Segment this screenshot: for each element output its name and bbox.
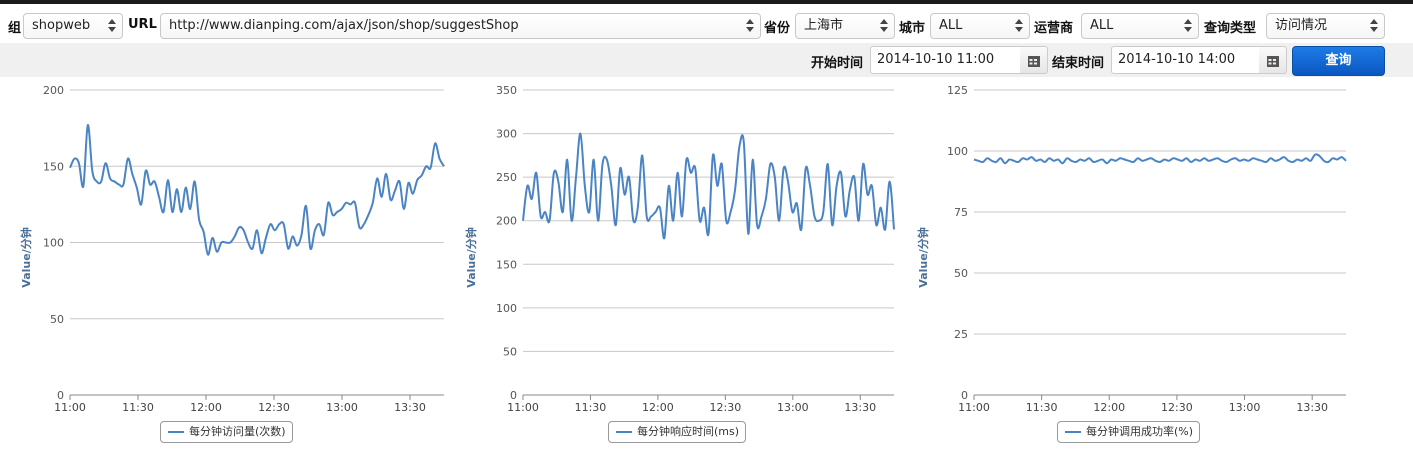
y-tick-label: 100 — [947, 145, 968, 158]
select-arrows-icon — [1370, 18, 1378, 34]
x-tick-label: 11:30 — [1026, 401, 1058, 414]
x-tick-label: 12:30 — [710, 401, 742, 414]
start-time-label: 开始时间 — [811, 56, 864, 71]
x-tick-label: 11:30 — [122, 401, 154, 414]
y-tick-label: 50 — [954, 267, 968, 280]
x-tick-label: 11:00 — [54, 401, 86, 414]
legend-response-time-label: 每分钟响应时间(ms) — [637, 425, 740, 438]
y-tick-label: 125 — [947, 84, 968, 97]
x-tick-label: 13:30 — [844, 401, 876, 414]
carrier-select-value: ALL — [1090, 18, 1114, 33]
y-tick-label: 150 — [43, 160, 64, 173]
legend-line-icon — [1065, 431, 1081, 433]
province-select-value: 上海市 — [804, 18, 844, 33]
url-select-value: http://www.dianping.com/ajax/json/shop/s… — [169, 18, 519, 33]
query-type-select[interactable]: 访问情况 — [1266, 13, 1385, 39]
x-tick-label: 13:00 — [1229, 401, 1261, 414]
city-select-value: ALL — [939, 18, 963, 33]
y-tick-label: 100 — [43, 237, 64, 250]
province-label: 省份 — [764, 21, 791, 36]
carrier-label: 运营商 — [1034, 21, 1074, 36]
y-tick-label: 50 — [503, 345, 517, 358]
legend-success-rate-label: 每分钟调用成功率(%) — [1086, 425, 1194, 438]
y-tick-label: 50 — [50, 313, 64, 326]
window-top-edge — [0, 0, 1413, 4]
group-select-value: shopweb — [32, 18, 91, 33]
start-time-input[interactable]: 2014-10-10 11:00 — [870, 46, 1021, 74]
series-line — [69, 124, 445, 256]
y-tick-label: 300 — [496, 128, 517, 141]
y-axis-label: Value/分钟 — [464, 227, 478, 287]
y-tick-label: 200 — [496, 215, 517, 228]
legend-response-time[interactable]: 每分钟响应时间(ms) — [608, 421, 747, 443]
x-tick-label: 11:30 — [575, 401, 607, 414]
y-tick-label: 100 — [496, 302, 517, 315]
y-axis-label: Value/分钟 — [19, 227, 33, 287]
select-arrows-icon — [746, 18, 754, 34]
x-tick-label: 13:30 — [1296, 401, 1328, 414]
x-tick-label: 11:00 — [507, 401, 539, 414]
series-line — [973, 153, 1347, 165]
legend-line-icon — [616, 431, 632, 433]
end-time-input[interactable]: 2014-10-10 14:00 — [1111, 46, 1262, 74]
x-tick-label: 12:00 — [642, 401, 674, 414]
city-label: 城市 — [899, 21, 926, 36]
series-line — [522, 132, 895, 240]
x-tick-label: 13:00 — [326, 401, 358, 414]
y-tick-label: 200 — [43, 84, 64, 97]
y-tick-label: 25 — [954, 328, 968, 341]
y-tick-label: 250 — [496, 171, 517, 184]
group-select[interactable]: shopweb — [23, 13, 123, 39]
y-tick-label: 350 — [496, 84, 517, 97]
success-rate-chart: 025507510012511:00 11:30 12:00 12:30 13:00 13… — [916, 84, 1347, 414]
start-calendar-button[interactable] — [1020, 46, 1048, 74]
group-label: 组 — [8, 21, 22, 36]
y-axis-label: Value/分钟 — [916, 227, 930, 287]
legend-visits[interactable]: 每分钟访问量(次数) — [160, 421, 293, 443]
url-select[interactable]: http://www.dianping.com/ajax/json/shop/s… — [160, 13, 761, 39]
query-type-select-value: 访问情况 — [1275, 18, 1328, 33]
calendar-icon — [1267, 56, 1279, 67]
x-tick-label: 11:00 — [958, 401, 990, 414]
legend-visits-label: 每分钟访问量(次数) — [189, 425, 286, 438]
url-label: URL — [128, 17, 157, 32]
end-calendar-button[interactable] — [1259, 46, 1287, 74]
calendar-icon — [1028, 56, 1040, 67]
query-button[interactable]: 查询 — [1292, 46, 1385, 76]
x-tick-label: 12:00 — [190, 401, 222, 414]
select-arrows-icon — [108, 18, 116, 34]
x-tick-label: 13:30 — [394, 401, 426, 414]
x-tick-label: 12:00 — [1093, 401, 1125, 414]
select-arrows-icon — [1015, 18, 1023, 34]
select-arrows-icon — [1184, 18, 1192, 34]
visits-per-minute-chart: 05010015020011:00 11:30 12:00 12:30 13:00 13:… — [19, 84, 445, 414]
city-select[interactable]: ALL — [930, 13, 1030, 39]
x-tick-label: 12:30 — [258, 401, 290, 414]
province-select[interactable]: 上海市 — [795, 13, 895, 39]
response-time-chart: 05010015020025030035011:00 11:30 12:00 12:3… — [464, 84, 895, 414]
query-type-label: 查询类型 — [1204, 21, 1257, 36]
legend-line-icon — [168, 431, 184, 433]
select-arrows-icon — [880, 18, 888, 34]
carrier-select[interactable]: ALL — [1081, 13, 1199, 39]
y-tick-label: 75 — [954, 206, 968, 219]
legend-success-rate[interactable]: 每分钟调用成功率(%) — [1057, 421, 1201, 443]
x-tick-label: 12:30 — [1161, 401, 1193, 414]
y-tick-label: 150 — [496, 258, 517, 271]
x-tick-label: 13:00 — [777, 401, 809, 414]
end-time-label: 结束时间 — [1052, 56, 1105, 71]
